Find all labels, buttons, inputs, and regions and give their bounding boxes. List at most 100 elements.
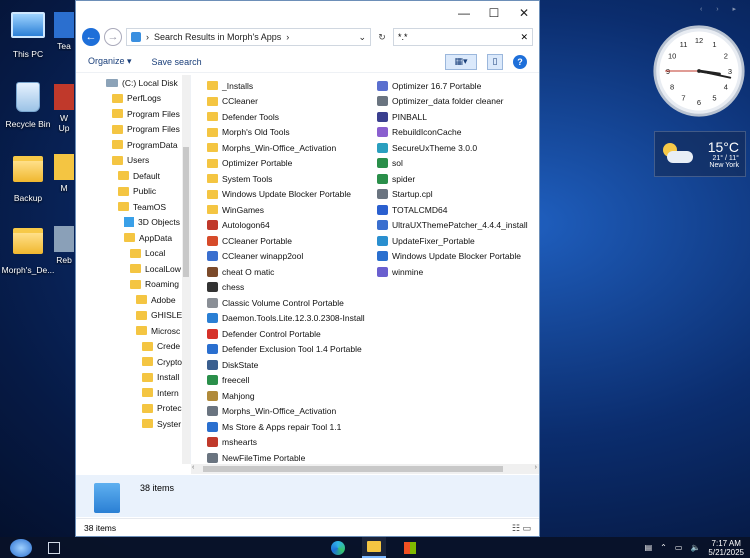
file-list-item[interactable]: SecureUxTheme 3.0.0 bbox=[377, 140, 528, 156]
address-dropdown-icon[interactable]: ⌄ bbox=[358, 32, 366, 43]
clock[interactable]: 7:17 AM 5/21/2025 bbox=[708, 539, 744, 557]
file-list-item[interactable]: Ms Store & Apps repair Tool 1.1 bbox=[207, 419, 365, 435]
desktop-icon-recycle-bin[interactable]: Recycle Bin bbox=[0, 80, 56, 129]
file-list-item[interactable]: CCleaner Portable bbox=[207, 233, 365, 249]
scroll-left-icon[interactable]: ‹ bbox=[192, 464, 194, 471]
file-list-item[interactable]: _Installs bbox=[207, 78, 365, 94]
nav-tree-item[interactable]: 3D Objects bbox=[76, 215, 190, 231]
file-list-item[interactable]: System Tools bbox=[207, 171, 365, 187]
file-list-item[interactable]: Daemon.Tools.Lite.12.3.0.2308-Install bbox=[207, 311, 365, 327]
desktop-icon-partial[interactable]: Reb bbox=[52, 222, 76, 265]
search-input[interactable] bbox=[398, 32, 521, 42]
file-list-item[interactable]: RebuildIconCache bbox=[377, 125, 528, 141]
change-view-button[interactable]: ▦▾ bbox=[445, 53, 477, 70]
save-search-button[interactable]: Save search bbox=[152, 57, 202, 67]
file-list-item[interactable]: CCleaner winapp2ool bbox=[207, 249, 365, 265]
file-list-item[interactable]: Classic Volume Control Portable bbox=[207, 295, 365, 311]
file-list-item[interactable]: Morphs_Win-Office_Activation bbox=[207, 404, 365, 420]
file-list-item[interactable]: Defender Tools bbox=[207, 109, 365, 125]
file-list-item[interactable]: Optimizer_data folder cleaner bbox=[377, 94, 528, 110]
organize-button[interactable]: Organize ▾ bbox=[88, 56, 132, 67]
file-list-item[interactable]: DiskState bbox=[207, 357, 365, 373]
task-view-icon[interactable] bbox=[48, 541, 60, 554]
nav-tree-item[interactable]: ProgramData bbox=[76, 137, 190, 153]
file-list-item[interactable]: Windows Update Blocker Portable bbox=[207, 187, 365, 203]
view-toggle-icons[interactable]: ☷ ▭ bbox=[512, 523, 531, 534]
file-list-item[interactable]: TOTALCMD64 bbox=[377, 202, 528, 218]
volume-icon[interactable]: 🔈 bbox=[690, 543, 700, 552]
scrollbar-thumb[interactable] bbox=[203, 466, 503, 472]
file-list-item[interactable]: Startup.cpl bbox=[377, 187, 528, 203]
horizontal-scrollbar[interactable]: ‹ › bbox=[191, 464, 539, 474]
nav-tree-item[interactable]: AppData bbox=[76, 230, 190, 246]
file-list-item[interactable]: freecell bbox=[207, 373, 365, 389]
desktop-icon-partial[interactable]: Tea bbox=[52, 8, 76, 51]
file-list-item[interactable]: cheat O matic bbox=[207, 264, 365, 280]
file-list-item[interactable]: spider bbox=[377, 171, 528, 187]
nav-tree-item[interactable]: Intern bbox=[76, 385, 190, 401]
file-list-item[interactable]: Windows Update Blocker Portable bbox=[377, 249, 528, 265]
keyboard-icon[interactable]: ▤ bbox=[645, 543, 653, 552]
file-list-item[interactable]: Morph's Old Tools bbox=[207, 125, 365, 141]
close-button[interactable]: ✕ bbox=[509, 1, 539, 25]
file-list-item[interactable]: WinGames bbox=[207, 202, 365, 218]
nav-tree-item[interactable]: PerfLogs bbox=[76, 91, 190, 107]
file-list-item[interactable]: Optimizer 16.7 Portable bbox=[377, 78, 528, 94]
file-list-item[interactable]: sol bbox=[377, 156, 528, 172]
start-button[interactable] bbox=[10, 538, 32, 557]
scrollbar-thumb[interactable] bbox=[183, 147, 189, 277]
file-list-item[interactable]: winmine bbox=[377, 264, 528, 280]
nav-tree-item[interactable]: Public bbox=[76, 184, 190, 200]
store-app[interactable] bbox=[398, 537, 422, 558]
minimize-button[interactable]: — bbox=[449, 1, 479, 25]
desktop-icon-this-pc[interactable]: This PC bbox=[0, 8, 56, 59]
file-list-item[interactable]: chess bbox=[207, 280, 365, 296]
nav-tree-item[interactable]: (C:) Local Disk bbox=[76, 75, 190, 91]
file-list-item[interactable]: UpdateFixer_Portable bbox=[377, 233, 528, 249]
desktop-icon-partial[interactable]: M bbox=[52, 150, 76, 193]
file-list-item[interactable]: PINBALL bbox=[377, 109, 528, 125]
edge-app[interactable] bbox=[326, 537, 350, 558]
nav-tree-item[interactable]: Install bbox=[76, 370, 190, 386]
file-list-item[interactable]: Autologon64 bbox=[207, 218, 365, 234]
file-list-item[interactable]: Mahjong bbox=[207, 388, 365, 404]
nav-tree-item[interactable]: TeamOS bbox=[76, 199, 190, 215]
file-list-item[interactable]: Defender Exclusion Tool 1.4 Portable bbox=[207, 342, 365, 358]
nav-tree-item[interactable]: Crypto bbox=[76, 354, 190, 370]
scroll-right-icon[interactable]: › bbox=[535, 464, 537, 471]
back-button[interactable]: ← bbox=[82, 28, 100, 46]
file-list-item[interactable]: UltraUXThemePatcher_4.4.4_install bbox=[377, 218, 528, 234]
address-field[interactable]: › Search Results in Morph's Apps › ⌄ bbox=[126, 28, 371, 46]
desktop-icon-partial[interactable]: W Up bbox=[52, 80, 76, 133]
file-list-item[interactable]: Morphs_Win-Office_Activation bbox=[207, 140, 365, 156]
maximize-button[interactable]: ☐ bbox=[479, 1, 509, 25]
file-list-item[interactable]: mshearts bbox=[207, 435, 365, 451]
nav-tree-item[interactable]: LocalLow bbox=[76, 261, 190, 277]
nav-tree-item[interactable]: Protec bbox=[76, 401, 190, 417]
file-explorer-app[interactable] bbox=[362, 537, 386, 558]
nav-tree-item[interactable]: Syster bbox=[76, 416, 190, 432]
desktop-icon-morphs-desktop[interactable]: Morph's_De... bbox=[0, 222, 56, 275]
nav-tree-item[interactable]: GHISLEI bbox=[76, 308, 190, 324]
chevron-up-icon[interactable]: ⌃ bbox=[660, 543, 667, 552]
nav-tree-item[interactable]: Program Files bbox=[76, 106, 190, 122]
preview-pane-button[interactable]: ▯ bbox=[487, 53, 503, 70]
desktop-icon-backup[interactable]: Backup bbox=[0, 150, 56, 203]
forward-button[interactable]: → bbox=[104, 28, 122, 46]
nav-tree-item[interactable]: Program Files bbox=[76, 122, 190, 138]
file-list-item[interactable]: Optimizer Portable bbox=[207, 156, 365, 172]
refresh-button[interactable]: ↻ bbox=[375, 28, 389, 46]
gadget-controls[interactable]: ‹ › ▸ bbox=[700, 5, 742, 13]
network-icon[interactable]: ▭ bbox=[675, 543, 683, 552]
file-list-item[interactable]: NewFileTime Portable bbox=[207, 450, 365, 464]
nav-tree-item[interactable]: Crede bbox=[76, 339, 190, 355]
nav-tree-item[interactable]: Roaming bbox=[76, 277, 190, 293]
nav-tree-item[interactable]: Users bbox=[76, 153, 190, 169]
help-button[interactable]: ? bbox=[513, 54, 527, 69]
file-list-item[interactable]: CCleaner bbox=[207, 94, 365, 110]
nav-tree-item[interactable]: Adobe bbox=[76, 292, 190, 308]
nav-tree-item[interactable]: Local bbox=[76, 246, 190, 262]
weather-widget[interactable]: 15°C 21° / 11° New York bbox=[654, 131, 746, 177]
clear-search-icon[interactable]: ✕ bbox=[520, 32, 528, 43]
search-box[interactable]: ✕ bbox=[393, 28, 533, 46]
